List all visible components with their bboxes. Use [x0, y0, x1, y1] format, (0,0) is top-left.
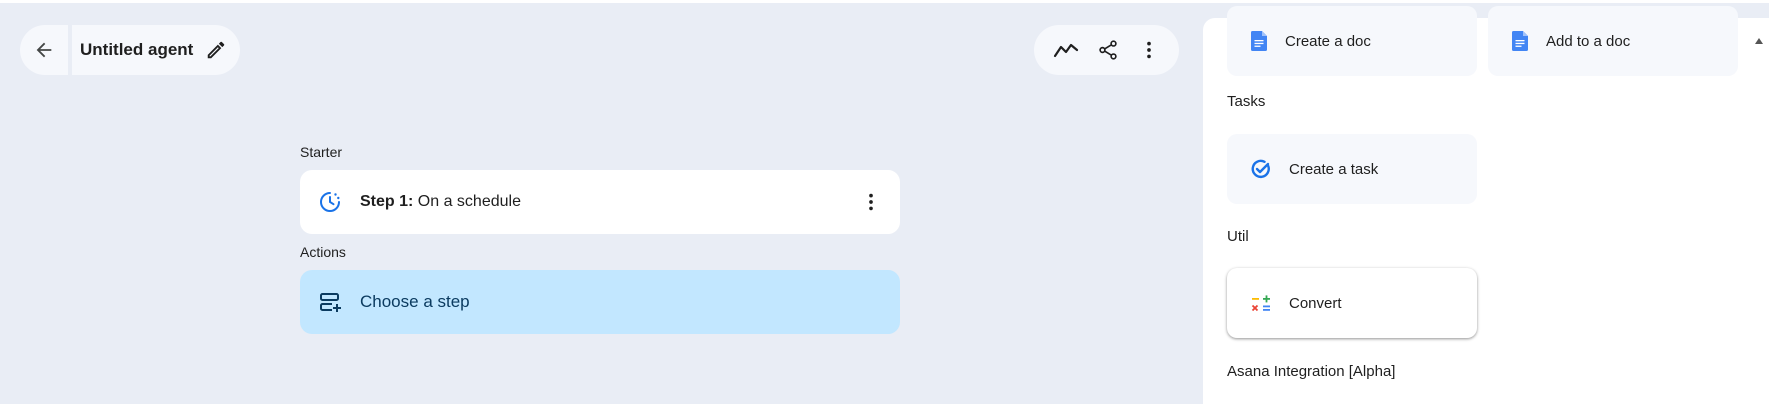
header-toolbar — [1034, 25, 1179, 75]
step-1-label: Step 1: On a schedule — [360, 193, 860, 211]
choose-step-label: Choose a step — [360, 292, 470, 311]
tile-add-to-doc[interactable]: Add to a doc — [1488, 6, 1738, 76]
util-heading: Util — [1227, 228, 1249, 245]
tile-label: Create a doc — [1285, 32, 1371, 50]
more-vert-icon — [869, 193, 873, 211]
step-1-name: On a schedule — [417, 193, 521, 210]
agent-title: Untitled agent — [80, 40, 194, 59]
asana-heading: Asana Integration [Alpha] — [1227, 363, 1396, 380]
agent-title-area: Untitled agent — [72, 25, 240, 75]
starter-label: Starter — [300, 144, 343, 160]
google-doc-icon — [1251, 31, 1267, 51]
google-doc-icon — [1512, 31, 1528, 51]
tile-label: Create a task — [1289, 160, 1379, 178]
tile-label: Convert — [1289, 294, 1342, 312]
steps-panel: Create a doc Add to a doc Tasks Create a… — [1203, 6, 1769, 404]
edit-title-button[interactable] — [205, 39, 227, 61]
share-button[interactable] — [1097, 39, 1119, 61]
activity-line-icon — [1054, 43, 1079, 58]
step-1-more-button[interactable] — [860, 191, 882, 213]
choose-step-button[interactable]: Choose a step — [300, 270, 900, 334]
tile-convert[interactable]: Convert — [1227, 268, 1477, 338]
more-vert-icon — [1146, 41, 1151, 59]
arrow-left-icon — [36, 42, 52, 58]
tile-create-task[interactable]: Create a task — [1227, 134, 1477, 204]
top-edge — [0, 0, 1769, 3]
calculator-icon — [1251, 295, 1270, 312]
share-icon — [1099, 40, 1118, 60]
step-1-card[interactable]: Step 1: On a schedule — [300, 170, 900, 234]
tasks-heading: Tasks — [1227, 93, 1266, 110]
tile-create-doc[interactable]: Create a doc — [1227, 6, 1477, 76]
activity-button[interactable] — [1053, 39, 1079, 61]
pencil-icon — [208, 41, 225, 59]
back-button[interactable] — [20, 25, 68, 75]
scroll-up-arrow[interactable] — [1755, 38, 1763, 44]
tile-label: Add to a doc — [1546, 32, 1631, 50]
actions-label: Actions — [300, 244, 346, 260]
more-options-button[interactable] — [1138, 39, 1160, 61]
add-step-icon — [320, 293, 341, 312]
schedule-icon — [320, 192, 340, 212]
step-1-prefix: Step 1: — [360, 193, 414, 210]
task-check-icon — [1251, 159, 1270, 179]
